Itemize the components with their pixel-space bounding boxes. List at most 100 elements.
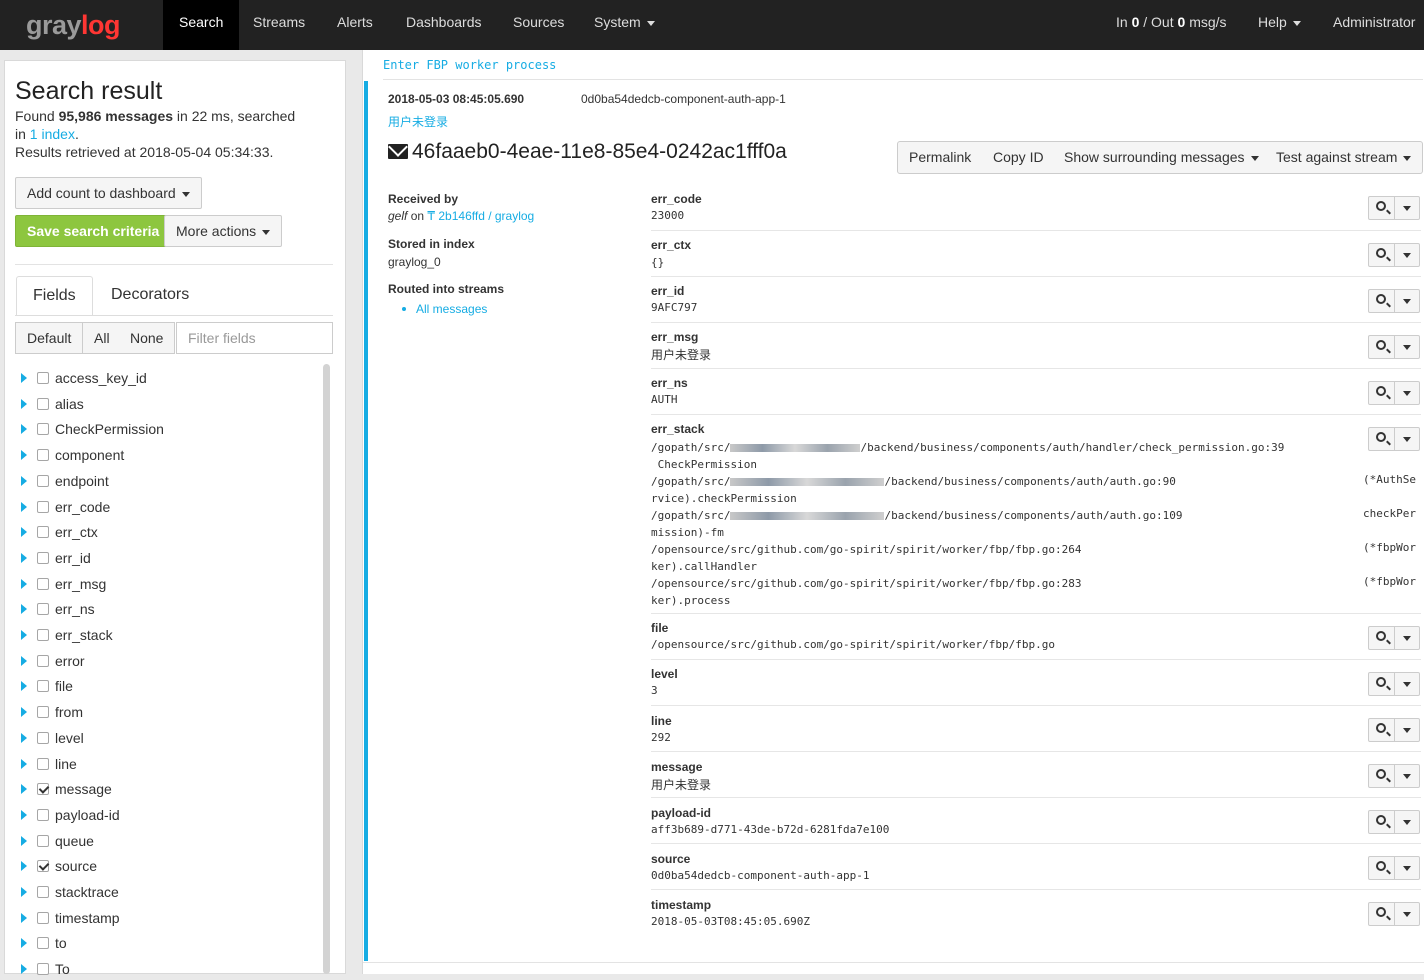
field-list-item[interactable]: queue: [21, 830, 94, 852]
chevron-down-icon[interactable]: [1403, 391, 1411, 396]
zoom-button[interactable]: [1369, 382, 1395, 404]
field-checkbox[interactable]: [37, 859, 49, 872]
zoom-button[interactable]: [1369, 336, 1395, 358]
nav-sources[interactable]: Sources: [497, 0, 580, 50]
test-against-stream-button[interactable]: Test against stream: [1265, 141, 1424, 174]
fields-default-button[interactable]: Default: [15, 322, 84, 354]
chevron-down-icon[interactable]: [1403, 299, 1411, 304]
expand-caret-icon[interactable]: [21, 707, 27, 718]
expand-caret-icon[interactable]: [21, 502, 27, 513]
expand-caret-icon[interactable]: [21, 424, 27, 435]
field-list-item[interactable]: err_msg: [21, 573, 106, 595]
zoom-button[interactable]: [1369, 903, 1395, 925]
field-checkbox[interactable]: [37, 602, 49, 615]
tab-fields[interactable]: Fields: [16, 276, 93, 316]
expand-caret-icon[interactable]: [21, 553, 27, 564]
field-checkbox[interactable]: [37, 397, 49, 410]
field-list-item[interactable]: err_ns: [21, 598, 95, 620]
expand-caret-icon[interactable]: [21, 784, 27, 795]
field-checkbox[interactable]: [37, 885, 49, 898]
expand-caret-icon[interactable]: [21, 476, 27, 487]
field-checkbox[interactable]: [37, 474, 49, 487]
zoom-button[interactable]: [1369, 627, 1395, 649]
zoom-button[interactable]: [1369, 765, 1395, 787]
fields-all-button[interactable]: All: [83, 322, 122, 354]
tab-decorators[interactable]: Decorators: [95, 276, 205, 316]
message-header[interactable]: Enter FBP worker process: [383, 58, 556, 72]
throughput-indicator[interactable]: In 0 / Out 0 msg/s: [1100, 0, 1243, 50]
zoom-button[interactable]: [1369, 244, 1395, 266]
field-list-item[interactable]: timestamp: [21, 907, 120, 929]
nav-dashboards[interactable]: Dashboards: [390, 0, 498, 50]
chevron-down-icon[interactable]: [1403, 774, 1411, 779]
nav-alerts[interactable]: Alerts: [321, 0, 389, 50]
field-checkbox[interactable]: [37, 551, 49, 564]
field-checkbox[interactable]: [37, 654, 49, 667]
nav-search[interactable]: Search: [163, 0, 240, 50]
expand-caret-icon[interactable]: [21, 836, 27, 847]
field-list-item[interactable]: err_id: [21, 547, 91, 569]
chevron-down-icon[interactable]: [1403, 345, 1411, 350]
field-checkbox[interactable]: [37, 371, 49, 384]
chevron-down-icon[interactable]: [1403, 682, 1411, 687]
zoom-button[interactable]: [1369, 811, 1395, 833]
expand-caret-icon[interactable]: [21, 759, 27, 770]
expand-caret-icon[interactable]: [21, 630, 27, 641]
show-surrounding-button[interactable]: Show surrounding messages: [1053, 141, 1271, 174]
field-checkbox[interactable]: [37, 962, 49, 975]
field-list-item[interactable]: file: [21, 675, 73, 697]
expand-caret-icon[interactable]: [21, 938, 27, 949]
expand-caret-icon[interactable]: [21, 604, 27, 615]
chevron-down-icon[interactable]: [1403, 728, 1411, 733]
field-checkbox[interactable]: [37, 628, 49, 641]
permalink-button[interactable]: Permalink: [897, 141, 984, 174]
field-checkbox[interactable]: [37, 422, 49, 435]
chevron-down-icon[interactable]: [1403, 437, 1411, 442]
field-list-item[interactable]: err_stack: [21, 624, 113, 646]
zoom-button[interactable]: [1369, 673, 1395, 695]
field-checkbox[interactable]: [37, 808, 49, 821]
field-list-item[interactable]: stacktrace: [21, 881, 119, 903]
field-checkbox[interactable]: [37, 525, 49, 538]
field-list-item[interactable]: err_code: [21, 496, 110, 518]
node-link[interactable]: ₸ 2b146ffd / graylog: [427, 209, 534, 223]
zoom-button[interactable]: [1369, 719, 1395, 741]
message-summary[interactable]: 用户未登录: [388, 113, 448, 130]
expand-caret-icon[interactable]: [21, 579, 27, 590]
expand-caret-icon[interactable]: [21, 450, 27, 461]
graylog-logo[interactable]: graylog: [26, 10, 121, 40]
chevron-down-icon[interactable]: [1403, 636, 1411, 641]
field-checkbox[interactable]: [37, 911, 49, 924]
field-checkbox[interactable]: [37, 834, 49, 847]
field-checkbox[interactable]: [37, 936, 49, 949]
expand-caret-icon[interactable]: [21, 861, 27, 872]
field-list-item[interactable]: To: [21, 958, 70, 980]
chevron-down-icon[interactable]: [1403, 912, 1411, 917]
field-list-item[interactable]: level: [21, 727, 84, 749]
field-checkbox[interactable]: [37, 705, 49, 718]
expand-caret-icon[interactable]: [21, 913, 27, 924]
field-list-item[interactable]: endpoint: [21, 470, 109, 492]
expand-caret-icon[interactable]: [21, 810, 27, 821]
field-checkbox[interactable]: [37, 782, 49, 795]
field-list-item[interactable]: CheckPermission: [21, 418, 164, 440]
field-checkbox[interactable]: [37, 500, 49, 513]
expand-caret-icon[interactable]: [21, 399, 27, 410]
field-checkbox[interactable]: [37, 448, 49, 461]
field-checkbox[interactable]: [37, 731, 49, 744]
nav-system[interactable]: System: [578, 0, 671, 50]
index-link[interactable]: 1 index: [30, 126, 75, 142]
expand-caret-icon[interactable]: [21, 964, 27, 975]
chevron-down-icon[interactable]: [1403, 206, 1411, 211]
field-list-item[interactable]: error: [21, 650, 85, 672]
scrollbar[interactable]: [323, 364, 330, 974]
expand-caret-icon[interactable]: [21, 681, 27, 692]
zoom-button[interactable]: [1369, 290, 1395, 312]
field-list-item[interactable]: err_ctx: [21, 521, 98, 543]
nav-streams[interactable]: Streams: [237, 0, 321, 50]
field-list-item[interactable]: message: [21, 778, 112, 800]
expand-caret-icon[interactable]: [21, 527, 27, 538]
field-list-item[interactable]: component: [21, 444, 124, 466]
field-list-item[interactable]: to: [21, 932, 67, 954]
zoom-button[interactable]: [1369, 197, 1395, 219]
